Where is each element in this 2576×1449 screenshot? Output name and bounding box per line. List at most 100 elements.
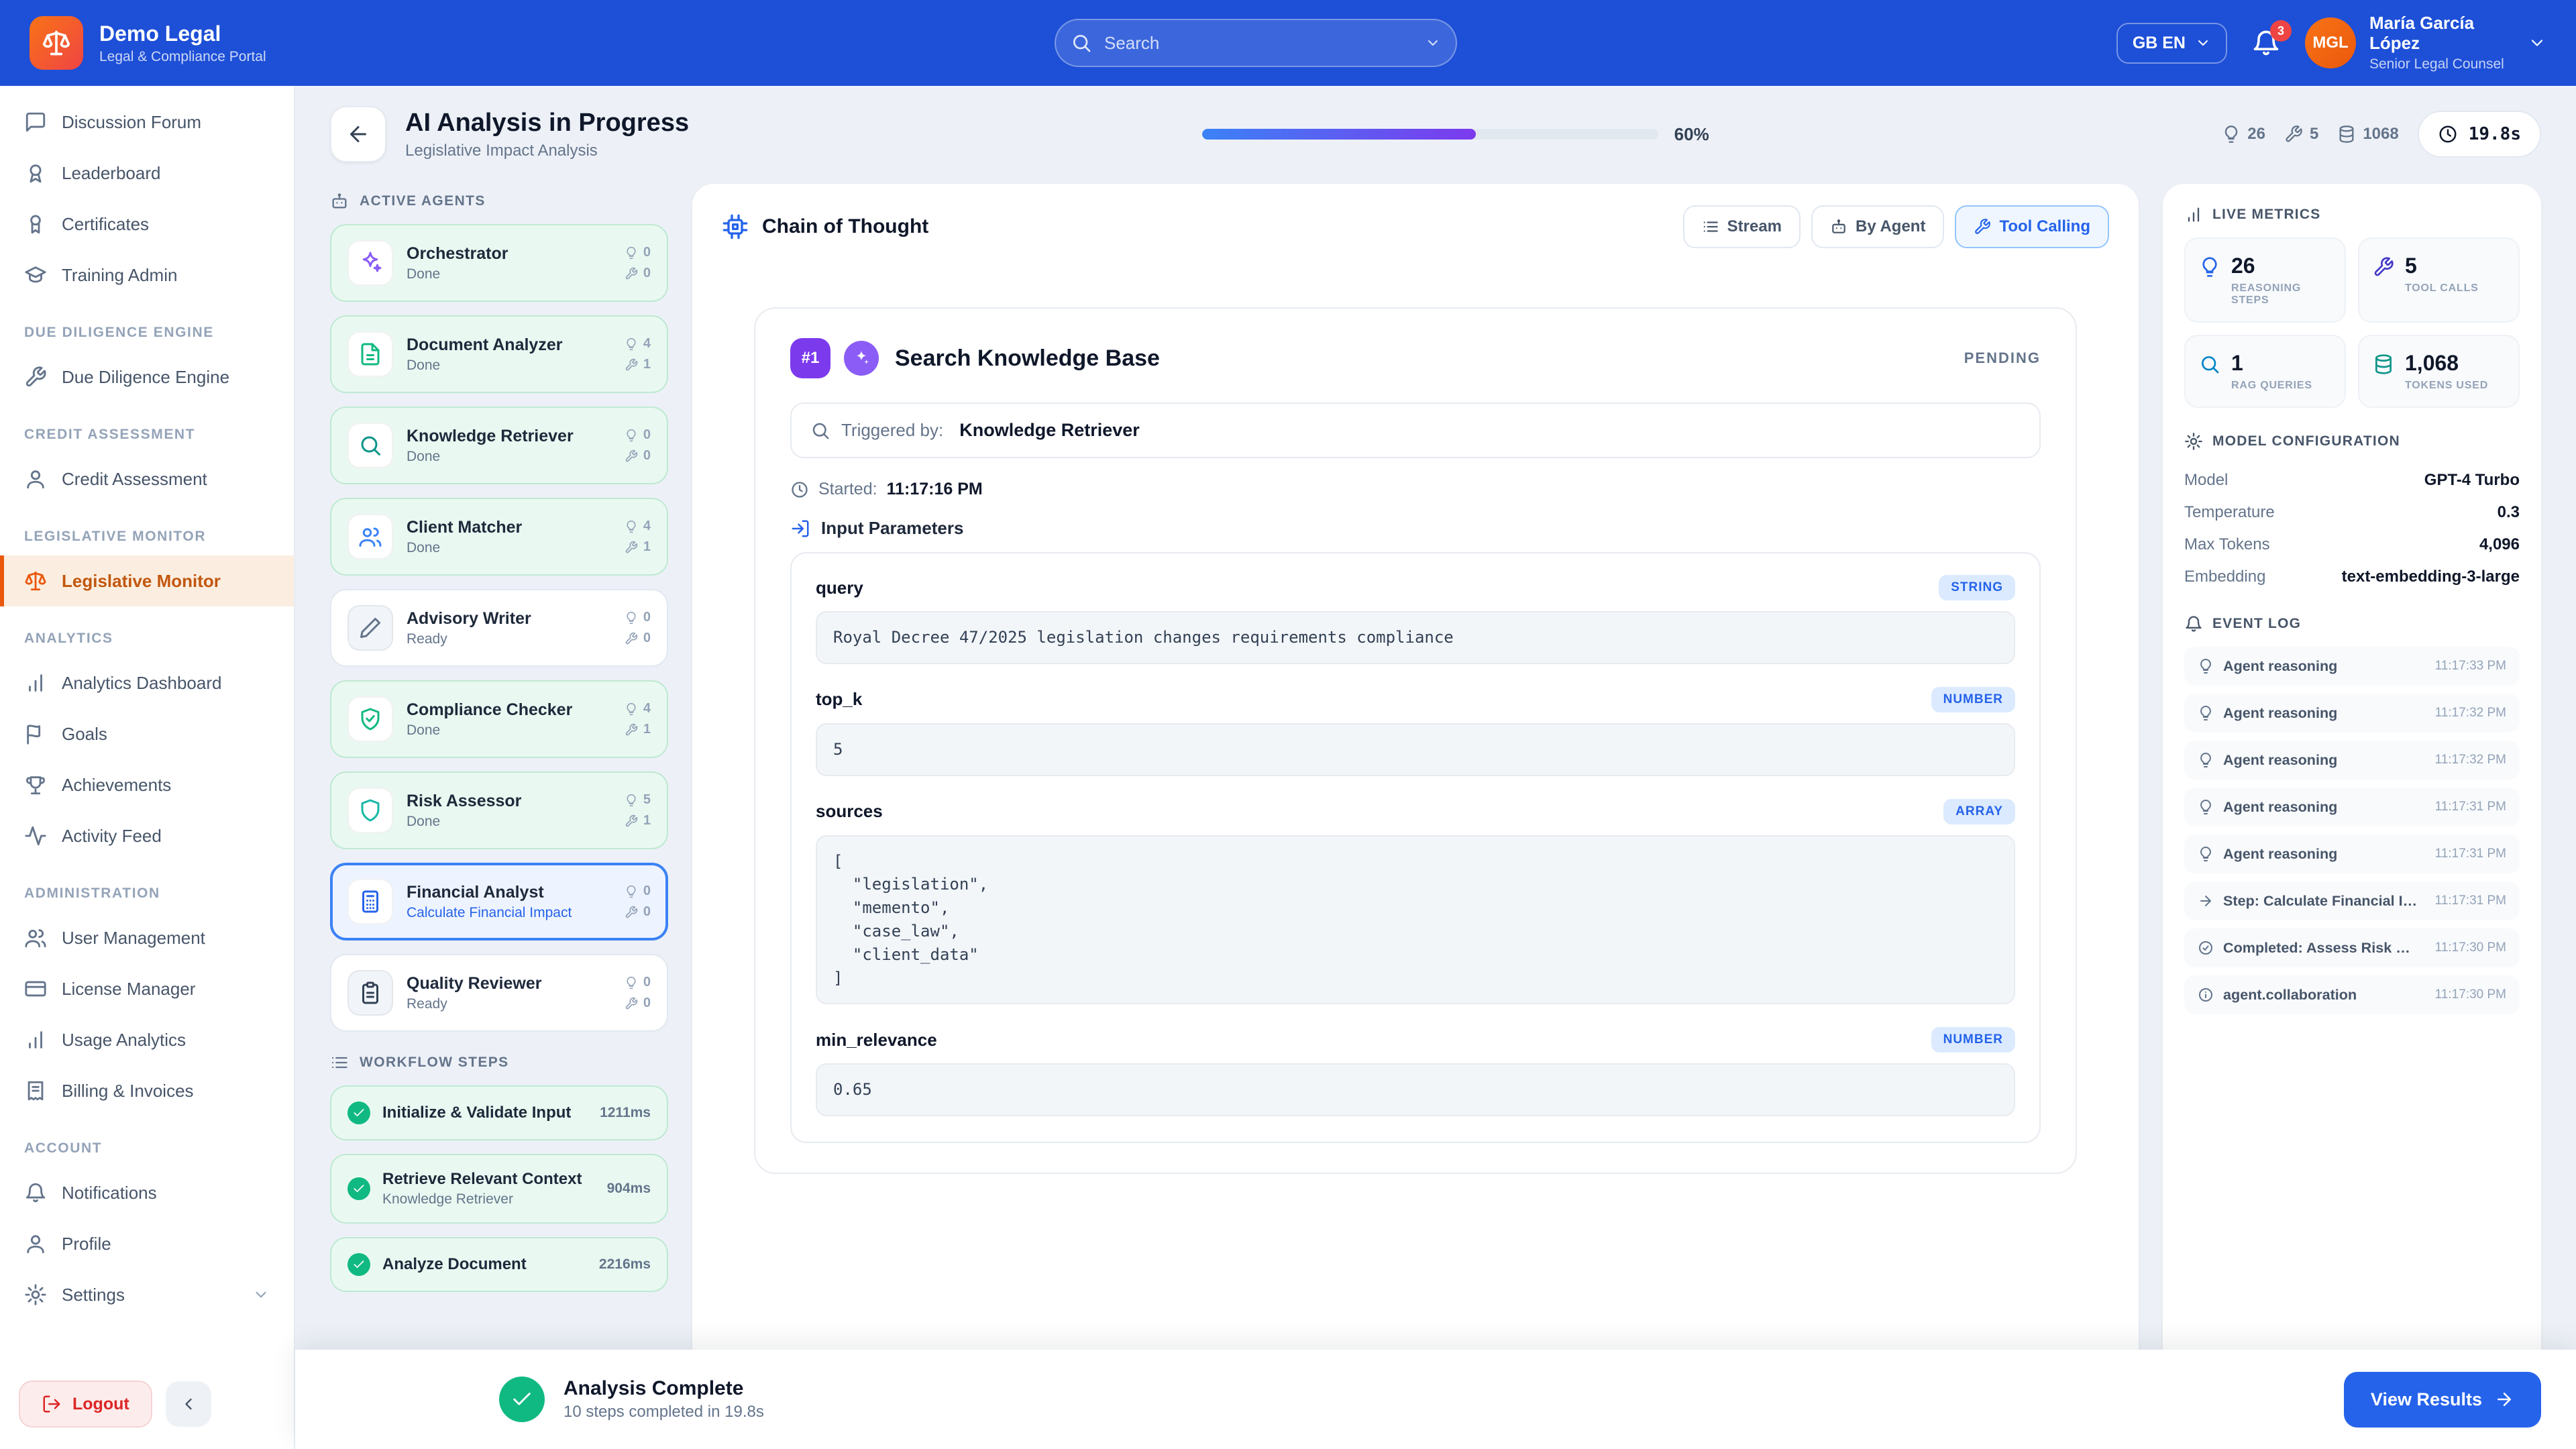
reasoning-icon — [2198, 752, 2214, 768]
view-results-label: View Results — [2371, 1389, 2482, 1410]
parameter-name: query — [816, 578, 863, 598]
view-results-button[interactable]: View Results — [2344, 1372, 2541, 1428]
config-row: Temperature0.3 — [2184, 496, 2520, 529]
sidebar-item-label: License Manager — [62, 979, 195, 1000]
agent-name: Financial Analyst — [407, 883, 572, 902]
agent-status: Ready — [407, 631, 531, 647]
user-name: María García López — [2369, 13, 2514, 54]
sidebar-item-profile[interactable]: Profile — [0, 1218, 294, 1269]
search-icon — [2199, 354, 2220, 375]
workflow-steps-panel: WORKFLOW STEPS Initialize & Validate Inp… — [330, 1053, 668, 1292]
sidebar-item-label: Profile — [62, 1234, 111, 1254]
flag-icon — [24, 722, 47, 745]
metric-label: TOKENS USED — [2405, 380, 2488, 392]
reasoning-icon — [625, 702, 638, 716]
school-icon — [24, 264, 47, 286]
agent-card-compliance-checker[interactable]: Compliance CheckerDone 4 1 — [330, 680, 668, 758]
agent-card-advisory-writer[interactable]: Advisory WriterReady 0 0 — [330, 589, 668, 667]
workflow-step[interactable]: Initialize & Validate Input 1211ms — [330, 1085, 668, 1140]
sidebar-item-discussion-forum[interactable]: Discussion Forum — [0, 97, 294, 148]
stream-view-button[interactable]: Stream — [1683, 205, 1801, 248]
search-icon — [347, 423, 393, 468]
sidebar-item-due-diligence-engine[interactable]: Due Diligence Engine — [0, 352, 294, 402]
agent-card-orchestrator[interactable]: OrchestratorDone 0 0 — [330, 224, 668, 302]
bar-chart-icon — [2184, 205, 2203, 224]
agent-counters: 4 1 — [625, 701, 651, 737]
agent-card-document-analyzer[interactable]: Document AnalyzerDone 4 1 — [330, 315, 668, 393]
workflow-step[interactable]: Retrieve Relevant Context Knowledge Retr… — [330, 1154, 668, 1224]
sidebar-item-credit-assessment[interactable]: Credit Assessment — [0, 453, 294, 504]
sidebar-item-user-management[interactable]: User Management — [0, 912, 294, 963]
sidebar-item-analytics-dashboard[interactable]: Analytics Dashboard — [0, 657, 294, 708]
wrench-icon — [2284, 125, 2303, 144]
logout-button[interactable]: Logout — [19, 1381, 152, 1428]
metric-label: RAG QUERIES — [2231, 380, 2312, 392]
input-params-icon — [790, 519, 810, 539]
metric-reasoning-steps: 26REASONING STEPS — [2184, 237, 2346, 323]
arrow-right-icon — [2494, 1389, 2514, 1409]
agent-status: Ready — [407, 996, 541, 1012]
agent-reasoning-count: 0 — [643, 975, 651, 990]
agent-card-quality-reviewer[interactable]: Quality ReviewerReady 0 0 — [330, 954, 668, 1032]
event-label: Agent reasoning — [2223, 657, 2337, 675]
sidebar-item-label: Training Admin — [62, 265, 177, 286]
gear-icon — [2184, 432, 2203, 451]
agent-status: Done — [407, 266, 508, 282]
agent-tools-count: 1 — [643, 539, 651, 555]
notifications-button[interactable]: 3 — [2251, 28, 2281, 58]
sidebar-item-license-manager[interactable]: License Manager — [0, 963, 294, 1014]
back-button[interactable] — [330, 106, 386, 162]
reasoning-count: 26 — [2247, 125, 2265, 144]
sidebar-item-billing-invoices[interactable]: Billing & Invoices — [0, 1065, 294, 1116]
sidebar-section-header: LEGISLATIVE MONITOR — [0, 504, 294, 555]
sidebar-item-training-admin[interactable]: Training Admin — [0, 250, 294, 301]
agent-tools-count: 1 — [643, 357, 651, 372]
sidebar-item-usage-analytics[interactable]: Usage Analytics — [0, 1014, 294, 1065]
user-menu[interactable]: MGL María García López Senior Legal Coun… — [2305, 13, 2546, 72]
sidebar-item-leaderboard[interactable]: Leaderboard — [0, 148, 294, 199]
progress-percent: 60% — [1674, 124, 1709, 145]
workflow-step[interactable]: Analyze Document 2216ms — [330, 1237, 668, 1292]
page-header: AI Analysis in Progress Legislative Impa… — [295, 86, 2576, 178]
wrench-icon — [625, 997, 638, 1010]
sidebar-item-notifications[interactable]: Notifications — [0, 1167, 294, 1218]
tool-calling-view-button[interactable]: Tool Calling — [1955, 205, 2109, 248]
agent-card-financial-analyst[interactable]: Financial AnalystCalculate Financial Imp… — [330, 863, 668, 941]
language-selector[interactable]: GB EN — [2116, 23, 2227, 64]
metric-value: 5 — [2405, 254, 2479, 278]
started-row: Started: 11:17:16 PM — [790, 480, 2041, 499]
metric-value: 1 — [2231, 351, 2312, 376]
sidebar-item-settings[interactable]: Settings — [0, 1269, 294, 1320]
agent-counters: 5 1 — [625, 792, 651, 828]
sidebar-item-activity-feed[interactable]: Activity Feed — [0, 810, 294, 861]
event-log-title: EVENT LOG — [2212, 616, 2301, 632]
page-title: AI Analysis in Progress — [405, 109, 689, 138]
agent-card-knowledge-retriever[interactable]: Knowledge RetrieverDone 0 0 — [330, 407, 668, 484]
agent-reasoning-count: 0 — [643, 245, 651, 260]
sidebar-item-certificates[interactable]: Certificates — [0, 199, 294, 250]
reasoning-icon — [625, 611, 638, 625]
document-icon — [347, 331, 393, 377]
search-input[interactable] — [1055, 19, 1457, 67]
sidebar-item-goals[interactable]: Goals — [0, 708, 294, 759]
parameter-name: top_k — [816, 689, 862, 710]
pencil-icon — [347, 605, 393, 651]
parameter: min_relevanceNUMBER 0.65 — [816, 1027, 2015, 1116]
chevron-down-icon — [2528, 34, 2546, 52]
reasoning-icon — [2198, 658, 2214, 674]
sidebar-item-legislative-monitor[interactable]: Legislative Monitor — [0, 555, 294, 606]
sidebar-item-achievements[interactable]: Achievements — [0, 759, 294, 810]
agent-card-risk-assessor[interactable]: Risk AssessorDone 5 1 — [330, 771, 668, 849]
user-role: Senior Legal Counsel — [2369, 56, 2514, 72]
by-agent-view-button[interactable]: By Agent — [1811, 205, 1944, 248]
chain-of-thought-title: Chain of Thought — [762, 215, 928, 238]
reasoning-icon — [2198, 799, 2214, 815]
sidebar-collapse-button[interactable] — [166, 1381, 211, 1427]
agent-card-client-matcher[interactable]: Client MatcherDone 4 1 — [330, 498, 668, 576]
wrench-icon — [625, 723, 638, 737]
agent-tools-count: 0 — [643, 631, 651, 646]
metric-label: TOOL CALLS — [2405, 282, 2479, 294]
chip-icon — [722, 213, 749, 240]
app-logo[interactable] — [30, 16, 83, 70]
chevron-down-icon[interactable] — [1425, 35, 1441, 51]
